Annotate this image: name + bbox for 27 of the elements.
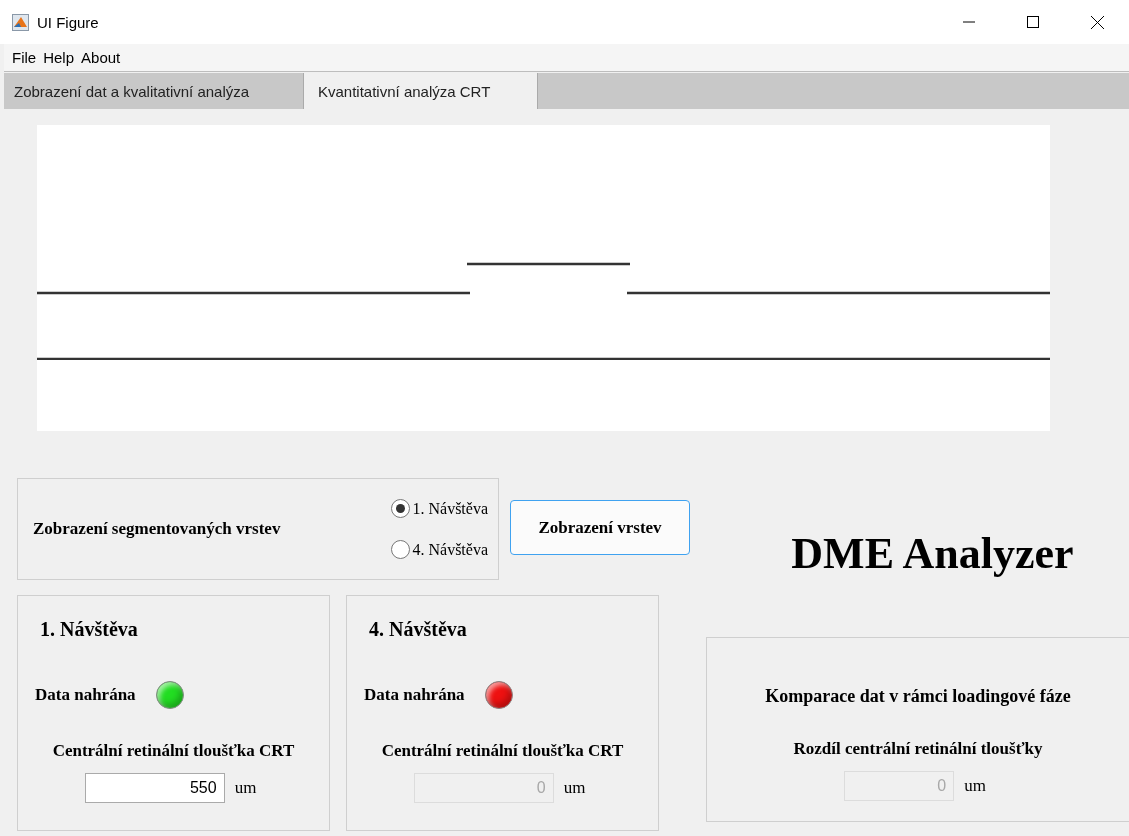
status-label: Data nahrána: [364, 685, 465, 705]
menu-item[interactable]: Help: [43, 49, 75, 66]
maximize-icon[interactable]: [1027, 16, 1039, 28]
radio-label[interactable]: 4. Návštěva: [412, 540, 488, 559]
radio-button[interactable]: [391, 540, 411, 559]
app-title: DME Analyzer: [791, 528, 1074, 579]
unit-label: um: [964, 776, 986, 796]
menu-item[interactable]: About: [81, 49, 121, 66]
status-label: Data nahrána: [35, 685, 136, 705]
app-logo-icon: [12, 13, 29, 31]
panel-title: 4. Návštěva: [369, 618, 467, 641]
field-label: Centrální retinální tloušťka CRT: [52, 741, 295, 761]
menu-item[interactable]: File: [12, 49, 37, 66]
unit-label: um: [563, 778, 586, 798]
radio-label[interactable]: 1. Návštěva: [412, 499, 488, 518]
panel-title: 1. Návštěva: [40, 618, 138, 641]
window-title: UI Figure: [37, 13, 99, 31]
show-layers-button[interactable]: Zobrazení vrstev: [510, 500, 690, 555]
thickness-field[interactable]: 550: [84, 773, 225, 803]
field-label: Centrální retinální tloušťka CRT: [381, 741, 624, 761]
segment-label: Zobrazení segmentovaných vrstev: [33, 519, 281, 539]
panel-title: Komparace dat v rámci loadingové fáze: [765, 686, 1071, 707]
close-icon[interactable]: [1090, 15, 1104, 29]
unit-label: um: [234, 778, 257, 798]
field-label: Rozdíl centrální retinální tloušťky: [793, 739, 1043, 759]
radio-button[interactable]: [391, 499, 411, 518]
tab[interactable]: Kvantitativní analýza CRT: [304, 73, 538, 109]
